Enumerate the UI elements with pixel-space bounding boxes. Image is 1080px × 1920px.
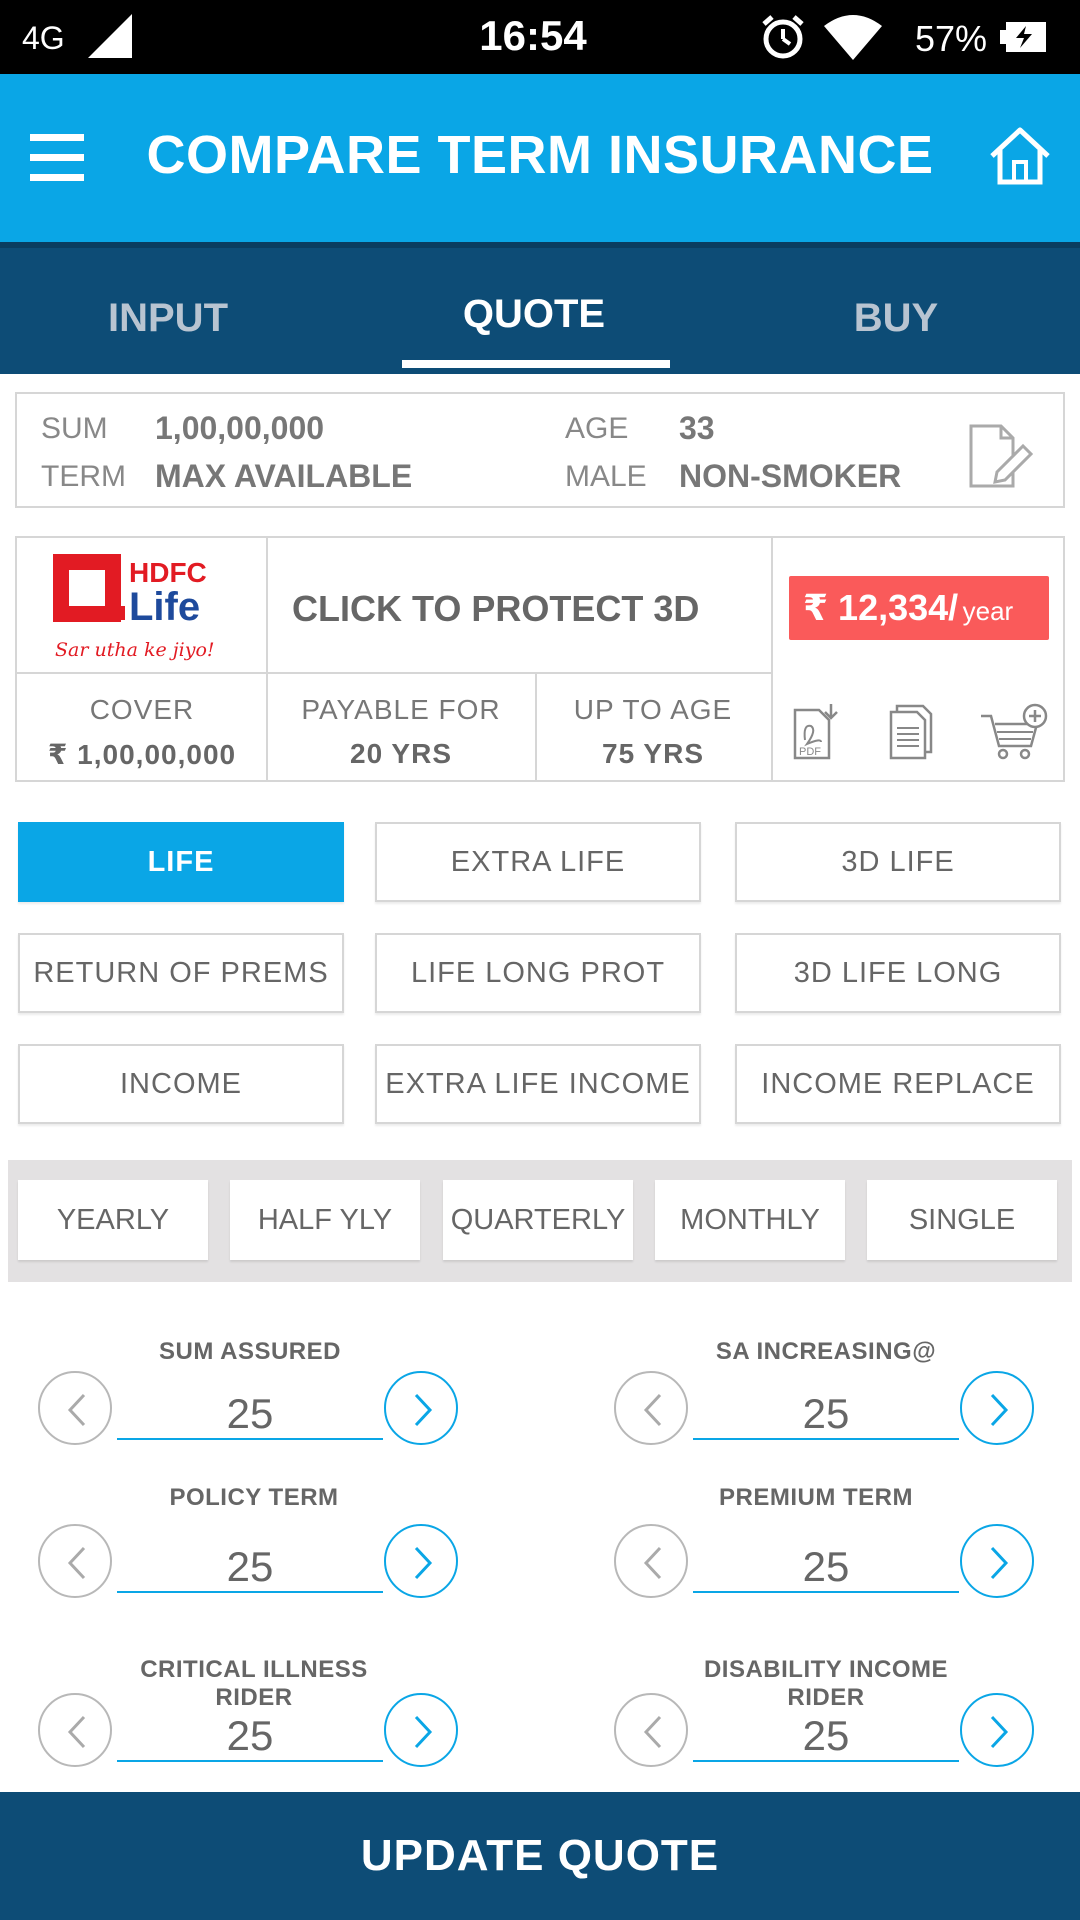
critical-illness-rider-value[interactable]: 25 — [117, 1696, 383, 1762]
cover-value: ₹ 1,00,00,000 — [47, 739, 237, 770]
freq-monthly-button[interactable]: MONTHLY — [655, 1180, 845, 1260]
home-icon[interactable] — [988, 126, 1052, 191]
plan-extra-life-button[interactable]: EXTRA LIFE — [375, 822, 701, 902]
disability-income-rider-value[interactable]: 25 — [693, 1696, 959, 1762]
smoker-value: NON-SMOKER — [679, 458, 902, 494]
upto-age-label: UP TO AGE — [573, 694, 733, 725]
pdf-download-icon[interactable]: PDF — [791, 702, 841, 767]
freq-yearly-button[interactable]: YEARLY — [18, 1180, 208, 1260]
payment-frequency-bar: YEARLY HALF YLY QUARTERLY MONTHLY SINGLE — [8, 1160, 1072, 1282]
plan-income-button[interactable]: INCOME — [18, 1044, 344, 1124]
sa-increasing-value[interactable]: 25 — [693, 1374, 959, 1440]
sum-assured-value[interactable]: 25 — [117, 1374, 383, 1440]
plan-income-replace-button[interactable]: INCOME REPLACE — [735, 1044, 1061, 1124]
battery-charging-icon — [1000, 20, 1048, 59]
plan-life-button[interactable]: LIFE — [18, 822, 344, 902]
policy-term-increase-button[interactable] — [384, 1524, 458, 1598]
battery-percent: 57% — [915, 18, 988, 59]
upto-age-value: 75 YRS — [602, 738, 704, 769]
disability-income-rider-increase-button[interactable] — [960, 1693, 1034, 1767]
page-title: COMPARE TERM INSURANCE — [146, 125, 934, 185]
premium-period: year — [962, 596, 1014, 626]
payable-value: 20 YRS — [350, 738, 452, 769]
tab-bar: INPUT QUOTE BUY — [0, 242, 1080, 374]
edit-document-icon[interactable] — [967, 422, 1034, 495]
premium-term-increase-button[interactable] — [960, 1524, 1034, 1598]
plan-life-long-prot-button[interactable]: LIFE LONG PROT — [375, 933, 701, 1013]
gender-label: MALE — [565, 460, 647, 493]
svg-text:Sar utha ke jiyo!: Sar utha ke jiyo! — [55, 639, 215, 661]
hdfc-life-logo: HDFC Life Sar utha ke jiyo! — [53, 552, 229, 664]
alarm-icon — [758, 12, 808, 67]
critical-illness-rider-increase-button[interactable] — [384, 1693, 458, 1767]
sum-label: SUM — [41, 412, 108, 445]
wifi-icon — [822, 12, 884, 67]
sa-increasing-increase-button[interactable] — [960, 1371, 1034, 1445]
payable-label: PAYABLE FOR — [301, 694, 501, 725]
policy-term-value[interactable]: 25 — [117, 1527, 383, 1593]
sum-assured-decrease-button[interactable] — [38, 1371, 112, 1445]
plan-extra-life-income-button[interactable]: EXTRA LIFE INCOME — [375, 1044, 701, 1124]
update-quote-button[interactable]: UPDATE QUOTE — [0, 1792, 1080, 1920]
cover-label: COVER — [89, 694, 195, 725]
input-summary: SUM 1,00,00,000 TERM MAX AVAILABLE AGE 3… — [15, 392, 1065, 508]
sum-assured-label: SUM ASSURED — [159, 1338, 341, 1365]
sum-value: 1,00,00,000 — [155, 410, 325, 446]
age-value: 33 — [679, 410, 715, 446]
sum-assured-increase-button[interactable] — [384, 1371, 458, 1445]
svg-text:Life: Life — [129, 585, 200, 629]
product-name[interactable]: CLICK TO PROTECT 3D — [292, 588, 699, 630]
clock: 16:54 — [479, 12, 587, 59]
age-label: AGE — [565, 412, 629, 445]
active-tab-indicator — [402, 360, 670, 368]
tab-quote[interactable]: QUOTE — [354, 292, 714, 337]
premium-amount: ₹ 12,334/ — [803, 587, 959, 628]
plan-3d-life-long-button[interactable]: 3D LIFE LONG — [735, 933, 1061, 1013]
policy-term-decrease-button[interactable] — [38, 1524, 112, 1598]
svg-text:HDFC: HDFC — [129, 557, 207, 588]
app-bar: COMPARE TERM INSURANCE — [0, 74, 1080, 242]
plan-return-of-prems-button[interactable]: RETURN OF PREMS — [18, 933, 344, 1013]
status-bar: 4G 16:54 57% — [0, 0, 1080, 74]
freq-half-yearly-button[interactable]: HALF YLY — [230, 1180, 420, 1260]
premium-badge: ₹ 12,334/ year — [789, 576, 1049, 640]
product-card[interactable]: HDFC Life Sar utha ke jiyo! CLICK TO PRO… — [15, 536, 1065, 782]
term-value: MAX AVAILABLE — [155, 458, 413, 494]
add-to-cart-icon[interactable] — [979, 702, 1049, 767]
plan-3d-life-button[interactable]: 3D LIFE — [735, 822, 1061, 902]
premium-term-value[interactable]: 25 — [693, 1527, 959, 1593]
premium-term-label: PREMIUM TERM — [719, 1484, 913, 1511]
sa-increasing-label: SA INCREASING@ — [715, 1338, 937, 1365]
sa-increasing-decrease-button[interactable] — [614, 1371, 688, 1445]
disability-income-rider-decrease-button[interactable] — [614, 1693, 688, 1767]
policy-term-label: POLICY TERM — [169, 1484, 339, 1511]
svg-text:PDF: PDF — [799, 746, 821, 758]
freq-quarterly-button[interactable]: QUARTERLY — [443, 1180, 633, 1260]
premium-term-decrease-button[interactable] — [614, 1524, 688, 1598]
critical-illness-rider-decrease-button[interactable] — [38, 1693, 112, 1767]
freq-single-button[interactable]: SINGLE — [867, 1180, 1057, 1260]
documents-icon[interactable] — [887, 702, 937, 767]
term-label: TERM — [41, 460, 126, 493]
tab-buy[interactable]: BUY — [716, 296, 1076, 341]
tab-input[interactable]: INPUT — [0, 296, 348, 341]
